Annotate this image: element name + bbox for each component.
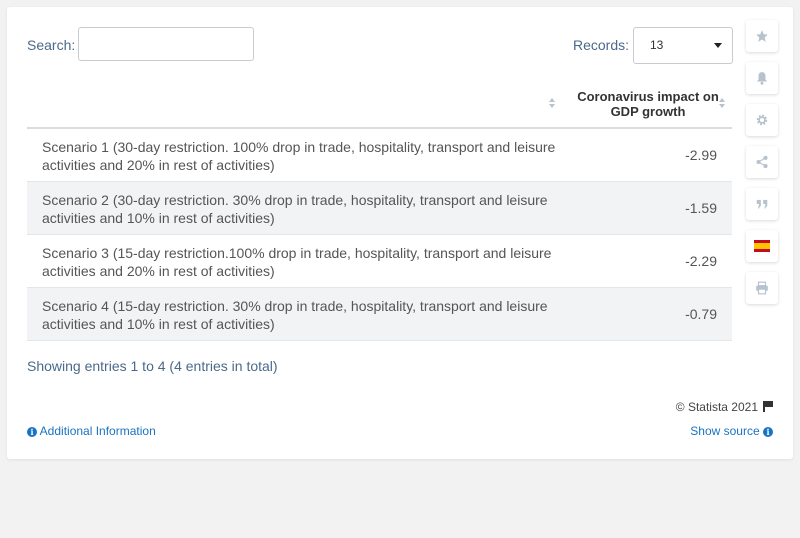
share-icon (756, 155, 768, 169)
additional-information-link[interactable]: i Additional Information (27, 424, 156, 438)
quote-icon (756, 199, 768, 209)
sort-column-1-icon[interactable] (549, 97, 557, 111)
search-input[interactable] (78, 27, 254, 61)
value-cell: -2.99 (685, 147, 717, 163)
value-cell: -2.29 (685, 253, 717, 269)
print-icon (756, 281, 768, 295)
region-button[interactable] (746, 230, 778, 262)
statistic-card: Search: Records: 13 Coronavirus impact o… (7, 7, 793, 459)
favorite-button[interactable] (746, 20, 778, 52)
scenario-cell: Scenario 3 (15-day restriction.100% drop… (42, 245, 552, 279)
entries-summary: Showing entries 1 to 4 (4 entries in tot… (27, 358, 278, 374)
table-row: Scenario 1 (30-day restriction. 100% dro… (27, 129, 732, 182)
share-button[interactable] (746, 146, 778, 178)
value-cell: -1.59 (685, 200, 717, 216)
info-icon: i (763, 427, 773, 437)
scenario-cell: Scenario 1 (30-day restriction. 100% dro… (42, 139, 556, 173)
sort-column-2-icon[interactable] (719, 97, 727, 111)
info-icon: i (27, 427, 37, 437)
additional-information-label: Additional Information (39, 424, 156, 438)
chevron-down-icon (714, 43, 722, 48)
show-source-link[interactable]: Show source i (690, 424, 773, 438)
records-label: Records: (573, 37, 630, 53)
spain-flag-icon (754, 240, 770, 252)
copyright-text: © Statista 2021 (675, 400, 758, 414)
print-button[interactable] (746, 272, 778, 304)
gear-icon (756, 114, 768, 126)
table-row: Scenario 2 (30-day restriction. 30% drop… (27, 182, 732, 235)
notification-button[interactable] (746, 62, 778, 94)
settings-button[interactable] (746, 104, 778, 136)
column-header-impact[interactable]: Coronavirus impact on GDP growth (573, 89, 723, 119)
scenario-cell: Scenario 4 (15-day restriction. 30% drop… (42, 298, 548, 332)
star-icon (756, 30, 768, 42)
report-flag-icon[interactable] (763, 401, 773, 412)
search-label: Search: (27, 37, 76, 53)
cite-button[interactable] (746, 188, 778, 220)
copyright-notice: © Statista 2021 (676, 400, 773, 414)
value-cell: -0.79 (685, 306, 717, 322)
table-row: Scenario 3 (15-day restriction.100% drop… (27, 235, 732, 288)
records-selected-value: 13 (650, 38, 664, 52)
table-row: Scenario 4 (15-day restriction. 30% drop… (27, 288, 732, 341)
show-source-label: Show source (690, 424, 760, 438)
records-select[interactable]: 13 (633, 27, 733, 64)
bell-icon (756, 72, 768, 85)
scenario-cell: Scenario 2 (30-day restriction. 30% drop… (42, 192, 548, 226)
